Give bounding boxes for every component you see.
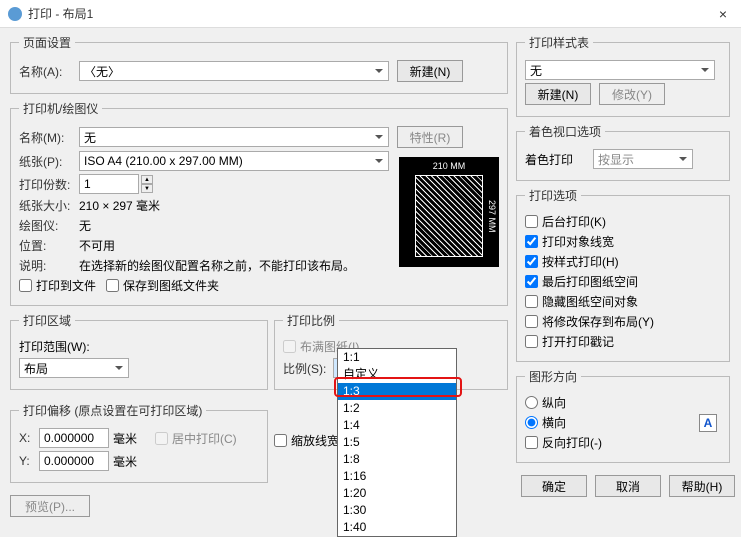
offset-x-input[interactable] [39, 428, 109, 448]
save-changes-check[interactable]: 将修改保存到布局(Y) [525, 313, 654, 330]
paper-label: 纸张(P): [19, 153, 79, 170]
position-label: 位置: [19, 237, 79, 254]
reverse-print-check[interactable]: 反向打印(-) [525, 434, 602, 451]
offset-y-label: Y: [19, 454, 39, 468]
ratio-option[interactable]: 1:4 [338, 417, 456, 434]
background-print-check[interactable]: 后台打印(K) [525, 213, 606, 230]
desc-label: 说明: [19, 257, 79, 274]
style-table-group: 打印样式表 无 新建(N) 修改(Y) [516, 34, 730, 117]
page-setup-legend: 页面设置 [19, 34, 75, 51]
hide-paperspace-check[interactable]: 隐藏图纸空间对象 [525, 293, 638, 310]
ratio-option[interactable]: 1:1 [338, 349, 456, 366]
copies-label: 打印份数: [19, 176, 79, 193]
papersize-label: 纸张大小: [19, 197, 79, 214]
printer-name-select[interactable]: 无 [79, 127, 389, 147]
dim-width-label: 210 MM [415, 161, 483, 171]
orientation-icon: A [699, 414, 717, 432]
print-options-legend: 打印选项 [525, 187, 581, 204]
page-name-select[interactable]: 〈无〉 [79, 61, 389, 81]
orientation-group: 图形方向 纵向 横向 反向打印(-) A [516, 368, 730, 463]
ratio-option[interactable]: 1:16 [338, 468, 456, 485]
ratio-option[interactable]: 1:8 [338, 451, 456, 468]
style-modify-button[interactable]: 修改(Y) [599, 83, 665, 105]
style-table-select[interactable]: 无 [525, 60, 715, 80]
paper-preview: 210 MM 297 MM [399, 157, 499, 267]
print-area-legend: 打印区域 [19, 312, 75, 329]
shade-label: 着色打印 [525, 151, 573, 168]
ok-button[interactable]: 确定 [521, 475, 587, 497]
paper-select[interactable]: ISO A4 (210.00 x 297.00 MM) [79, 151, 389, 171]
lineweight-check[interactable]: 打印对象线宽 [525, 233, 614, 250]
offset-legend: 打印偏移 (原点设置在可打印区域) [19, 402, 206, 419]
ratio-option[interactable]: 1:3 [338, 383, 456, 400]
page-setup-group: 页面设置 名称(A): 〈无〉 新建(N) [10, 34, 508, 94]
style-table-legend: 打印样式表 [525, 34, 593, 51]
close-icon[interactable]: × [713, 4, 733, 24]
page-new-button[interactable]: 新建(N) [397, 60, 463, 82]
portrait-radio[interactable]: 纵向 [525, 394, 566, 411]
print-area-group: 打印区域 打印范围(W): 布局 [10, 312, 268, 390]
printer-group: 打印机/绘图仪 名称(M): 无 特性(R) 纸张(P): ISO A4 (21… [10, 100, 508, 306]
plotter-label: 绘图仪: [19, 217, 79, 234]
orientation-legend: 图形方向 [525, 368, 581, 385]
printer-name-label: 名称(M): [19, 129, 79, 146]
ratio-option[interactable]: 1:5 [338, 434, 456, 451]
scale-legend: 打印比例 [283, 312, 339, 329]
offset-y-unit: 毫米 [113, 453, 137, 470]
style-new-button[interactable]: 新建(N) [525, 83, 591, 105]
print-range-label: 打印范围(W): [19, 338, 90, 355]
preview-button[interactable]: 预览(P)... [10, 495, 90, 517]
last-paperspace-check[interactable]: 最后打印图纸空间 [525, 273, 638, 290]
desc-value: 在选择新的绘图仪配置名称之前，不能打印该布局。 [79, 257, 355, 274]
ratio-option[interactable]: 1:30 [338, 502, 456, 519]
cancel-button[interactable]: 取消 [595, 475, 661, 497]
page-name-label: 名称(A): [19, 63, 79, 80]
shade-legend: 着色视口选项 [525, 123, 605, 140]
center-print-check[interactable]: 居中打印(C) [155, 430, 237, 447]
ratio-option[interactable]: 1:20 [338, 485, 456, 502]
app-icon [8, 7, 22, 21]
shade-group: 着色视口选项 着色打印 按显示 [516, 123, 730, 181]
save-to-paper-check[interactable]: 保存到图纸文件夹 [106, 277, 219, 294]
copies-input[interactable] [79, 174, 139, 194]
ratio-label: 比例(S): [283, 360, 333, 377]
offset-y-input[interactable] [39, 451, 109, 471]
scale-lines-check[interactable]: 缩放线宽 [274, 432, 339, 449]
print-to-file-check[interactable]: 打印到文件 [19, 277, 96, 294]
ratio-option[interactable]: 1:40 [338, 519, 456, 536]
by-style-check[interactable]: 按样式打印(H) [525, 253, 619, 270]
papersize-value: 210 × 297 毫米 [79, 197, 160, 214]
offset-x-unit: 毫米 [113, 430, 137, 447]
printer-legend: 打印机/绘图仪 [19, 100, 102, 117]
plotter-value: 无 [79, 217, 91, 234]
copies-spin[interactable]: ▲▼ [141, 175, 153, 193]
position-value: 不可用 [79, 237, 115, 254]
landscape-radio[interactable]: 横向 [525, 414, 566, 431]
print-options-group: 打印选项 后台打印(K) 打印对象线宽 按样式打印(H) 最后打印图纸空间 隐藏… [516, 187, 730, 362]
ratio-option[interactable]: 自定义 [338, 366, 456, 383]
window-title: 打印 - 布局1 [28, 5, 713, 22]
dim-height-label: 297 MM [487, 175, 497, 257]
offset-group: 打印偏移 (原点设置在可打印区域) X: 毫米 居中打印(C) Y: 毫米 [10, 402, 268, 483]
ratio-dropdown-list[interactable]: 1:1自定义1:31:21:41:51:81:161:201:301:40 [337, 348, 457, 537]
help-button[interactable]: 帮助(H) [669, 475, 735, 497]
ratio-option[interactable]: 1:2 [338, 400, 456, 417]
printer-properties-button[interactable]: 特性(R) [397, 126, 463, 148]
shade-select[interactable]: 按显示 [593, 149, 693, 169]
offset-x-label: X: [19, 431, 39, 445]
open-stamp-check[interactable]: 打开打印戳记 [525, 333, 614, 350]
print-range-select[interactable]: 布局 [19, 358, 129, 378]
